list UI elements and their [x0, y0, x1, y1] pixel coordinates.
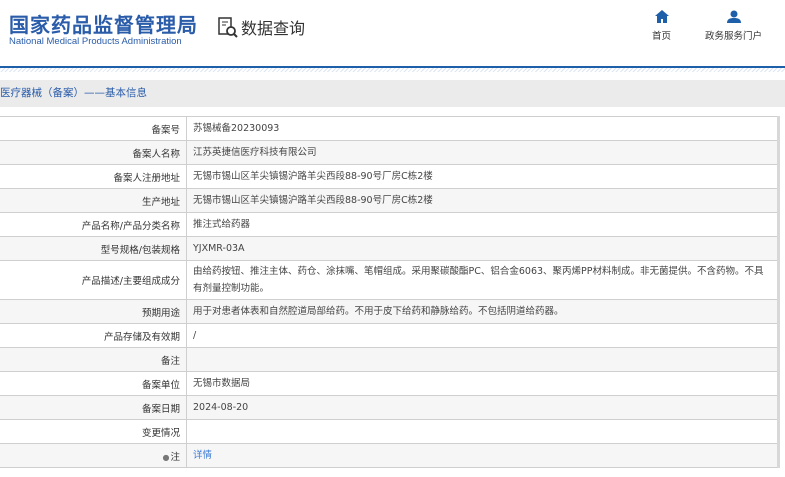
field-label: 型号规格/包装规格	[0, 236, 187, 261]
data-query-title: 数据查询	[217, 15, 305, 39]
logo-subtitle: National Medical Products Administration	[9, 36, 182, 47]
label-text: 生产地址	[141, 196, 180, 208]
home-icon	[654, 10, 669, 23]
site-header: 国家药品监督管理局 National Medical Products Admi…	[0, 0, 785, 66]
field-value: 苏锡械备20230093	[186, 116, 779, 141]
label-text: 变更情况	[141, 427, 180, 439]
table-row: 变更情况	[0, 419, 779, 444]
field-label: 备案日期	[0, 395, 187, 420]
field-label: 备案人注册地址	[0, 164, 187, 189]
label-text: 备案人注册地址	[113, 172, 180, 184]
field-value: YJXMR-03A	[186, 236, 779, 261]
field-value: 由给药按钮、推注主体、药仓、涂抹嘴、笔帽组成。采用聚碳酸酯PC、铝合金6063、…	[186, 260, 779, 300]
label-text: 备案单位	[141, 379, 180, 391]
label-text: 注	[170, 451, 180, 463]
table-row: 备案人注册地址 无锡市锡山区羊尖镇锡沪路羊尖西段88-90号厂房C栋2楼	[0, 164, 779, 189]
table-row: 备案单位 无锡市数据局	[0, 371, 779, 396]
field-label: 产品名称/产品分类名称	[0, 212, 187, 237]
label-text: 备案人名称	[132, 148, 180, 160]
nav-home[interactable]: 首页	[652, 10, 671, 42]
field-value: 2024-08-20	[186, 395, 779, 420]
field-value: 详情	[186, 443, 779, 468]
nav-service-label: 政务服务门户	[705, 31, 763, 42]
field-label: 预期用途	[0, 299, 187, 324]
label-text: 型号规格/包装规格	[100, 244, 180, 256]
record-detail-table: 备案号 苏锡械备20230093 备案人名称 江苏英捷信医疗科技有限公司 备案人注册地址…	[0, 116, 780, 468]
label-text: 备注	[160, 355, 180, 367]
field-value: 推注式给药器	[186, 212, 779, 237]
field-value	[186, 347, 779, 372]
field-label: 备案人名称	[0, 140, 187, 165]
field-label: 变更情况	[0, 419, 187, 444]
table-row: 预期用途 用于对患者体表和自然腔道局部给药。不用于皮下给药和静脉给药。不包括阴道给…	[0, 299, 779, 324]
label-text: 备案号	[151, 124, 180, 136]
nav-service-portal[interactable]: 政务服务门户	[705, 10, 762, 42]
logo-title[interactable]: 国家药品监督管理局	[9, 9, 198, 38]
field-value: 无锡市锡山区羊尖镇锡沪路羊尖西段88-90号厂房C栋2楼	[186, 188, 779, 213]
table-row: 产品描述/主要组成成分 由给药按钮、推注主体、药仓、涂抹嘴、笔帽组成。采用聚碳酸酯…	[0, 260, 779, 300]
table-row: 生产地址 无锡市锡山区羊尖镇锡沪路羊尖西段88-90号厂房C栋2楼	[0, 188, 779, 213]
table-row: 备案号 苏锡械备20230093	[0, 116, 779, 141]
table-row: 备案日期 2024-08-20	[0, 395, 779, 420]
label-text: 产品名称/产品分类名称	[81, 220, 180, 232]
field-label: 生产地址	[0, 188, 187, 213]
field-label: 产品存储及有效期	[0, 323, 187, 348]
label-text: 备案日期	[141, 403, 180, 415]
field-label: ●注	[0, 443, 187, 468]
field-value: /	[186, 323, 779, 348]
field-value: 用于对患者体表和自然腔道局部给药。不用于皮下给药和静脉给药。不包括阴道给药器。	[186, 299, 779, 324]
nav-home-label: 首页	[652, 31, 672, 42]
label-text: 预期用途	[141, 307, 180, 319]
field-value: 无锡市数据局	[186, 371, 779, 396]
query-label: 数据查询	[241, 19, 306, 38]
field-label: 产品描述/主要组成成分	[0, 260, 187, 300]
field-value: 无锡市锡山区羊尖镇锡沪路羊尖西段88-90号厂房C栋2楼	[186, 164, 779, 189]
label-text: 产品存储及有效期	[103, 331, 180, 343]
table-row: 型号规格/包装规格 YJXMR-03A	[0, 236, 779, 261]
table-row: 备案人名称 江苏英捷信医疗科技有限公司	[0, 140, 779, 165]
field-value	[186, 419, 779, 444]
header-pattern	[0, 68, 785, 72]
field-label: 备注	[0, 347, 187, 372]
details-link[interactable]: 详情	[193, 450, 212, 461]
bulb-icon: ●	[162, 452, 170, 462]
user-icon	[726, 10, 741, 23]
field-value: 江苏英捷信医疗科技有限公司	[186, 140, 779, 165]
table-row: 产品名称/产品分类名称 推注式给药器	[0, 212, 779, 237]
breadcrumb: 医疗器械（备案）——基本信息	[0, 80, 785, 107]
field-label: 备案单位	[0, 371, 187, 396]
field-label: 备案号	[0, 116, 187, 141]
table-row: ●注 详情	[0, 443, 779, 468]
label-text: 产品描述/主要组成成分	[81, 276, 180, 287]
document-search-icon	[218, 17, 238, 38]
table-row: 备注	[0, 347, 779, 372]
table-row: 产品存储及有效期 /	[0, 323, 779, 348]
